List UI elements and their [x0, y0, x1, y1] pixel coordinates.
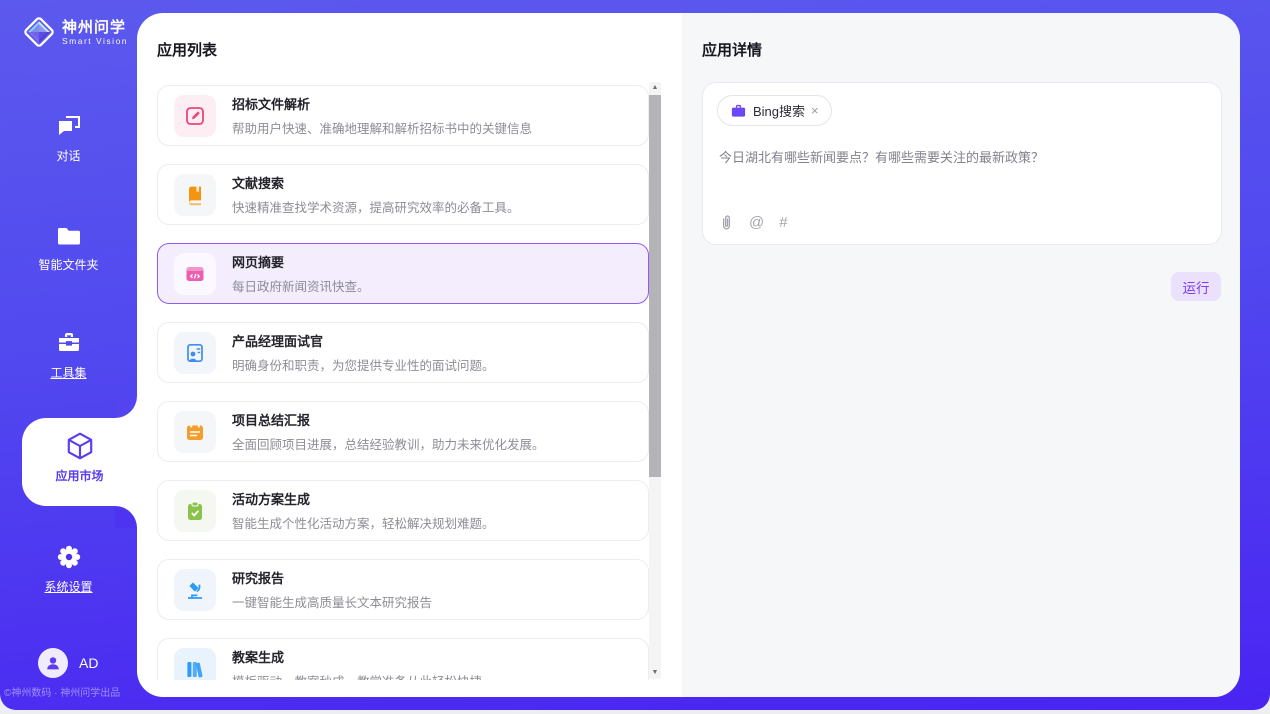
clipboard-check-icon: [174, 490, 216, 532]
app-card-title: 产品经理面试官: [232, 331, 495, 350]
app-card-description: 每日政府新闻资讯快查。: [232, 276, 370, 295]
app-card-title: 文献搜索: [232, 173, 520, 192]
app-card-description: 模板驱动，教案秒成，教学准备从此轻松快捷。: [232, 671, 495, 680]
at-icon[interactable]: @: [749, 214, 764, 231]
books-icon: [174, 648, 216, 681]
tool-tag-label: Bing搜索: [753, 101, 805, 120]
bubble-curve-top: [115, 396, 137, 418]
sidebar-item-chat[interactable]: 对话: [0, 112, 137, 164]
hash-icon[interactable]: #: [779, 214, 787, 231]
calendar-icon: [174, 411, 216, 453]
question-input[interactable]: 今日湖北有哪些新闻要点？有哪些需要关注的最新政策？: [719, 149, 1205, 167]
app-card[interactable]: 活动方案生成 智能生成个性化活动方案，轻松解决规划难题。: [157, 480, 649, 541]
folder-icon: [55, 223, 83, 249]
close-icon[interactable]: ×: [809, 103, 821, 118]
prompt-input-card: Bing搜索 × 今日湖北有哪些新闻要点？有哪些需要关注的最新政策？ @ #: [702, 82, 1222, 245]
app-card[interactable]: 文献搜索 快速精准查找学术资源，提高研究效率的必备工具。: [157, 164, 649, 225]
brand-name: 神州问学: [62, 19, 128, 36]
main-content: 应用列表 招标文件解析 帮助用户快速、准确地理解和解析招标书中的关键信息 文献搜…: [137, 13, 1240, 697]
app-list: 招标文件解析 帮助用户快速、准确地理解和解析招标书中的关键信息 文献搜索 快速精…: [157, 82, 649, 680]
user-account[interactable]: AD: [38, 648, 98, 678]
sidebar-item-label: 工具集: [0, 364, 137, 381]
scrollbar-thumb[interactable]: [649, 95, 661, 477]
sidebar-item-label: 应用市场: [22, 467, 137, 484]
app-card-title: 活动方案生成: [232, 489, 495, 508]
run-button[interactable]: 运行: [1171, 272, 1221, 301]
sidebar-item-toolset[interactable]: 工具集: [0, 329, 137, 381]
copyright-text: ©神州数码 · 神州问学出品: [4, 684, 137, 699]
app-card-title: 招标文件解析: [232, 94, 532, 113]
user-initials: AD: [79, 655, 98, 671]
attachment-toolbar: @ #: [719, 214, 788, 231]
book-icon: [174, 174, 216, 216]
briefcase-icon: [730, 102, 747, 119]
tool-tag-bing-search[interactable]: Bing搜索 ×: [717, 95, 832, 126]
scrollbar[interactable]: ▲ ▼: [649, 82, 661, 679]
app-detail-title: 应用详情: [702, 39, 762, 60]
app-card[interactable]: 网页摘要 每日政府新闻资讯快查。: [157, 243, 649, 304]
chat-icon: [55, 112, 83, 140]
sidebar-item-label: 对话: [0, 147, 137, 164]
app-card[interactable]: 招标文件解析 帮助用户快速、准确地理解和解析招标书中的关键信息: [157, 85, 649, 146]
app-card[interactable]: 研究报告 一键智能生成高质量长文本研究报告: [157, 559, 649, 620]
sidebar: 神州问学 Smart Vision 对话 智能文件夹 工具集: [0, 0, 137, 710]
app-card-description: 明确身份和职责，为您提供专业性的面试问题。: [232, 355, 495, 374]
diamond-logo-icon: [20, 13, 58, 51]
scroll-down-icon[interactable]: ▼: [649, 667, 661, 679]
app-card-title: 网页摘要: [232, 252, 370, 271]
browser-code-icon: [174, 253, 216, 295]
sidebar-item-label: 智能文件夹: [0, 256, 137, 273]
app-card[interactable]: 教案生成 模板驱动，教案秒成，教学准备从此轻松快捷。: [157, 638, 649, 680]
app-card[interactable]: 项目总结汇报 全面回顾项目进展，总结经验教训，助力未来优化发展。: [157, 401, 649, 462]
pen-square-icon: [174, 95, 216, 137]
person-icon: [44, 654, 62, 672]
app-card-description: 快速精准查找学术资源，提高研究效率的必备工具。: [232, 197, 520, 216]
sidebar-item-settings[interactable]: 系统设置: [0, 543, 137, 595]
brand-logo: 神州问学 Smart Vision: [20, 13, 128, 51]
app-card-title: 项目总结汇报: [232, 410, 545, 429]
sidebar-item-app-market[interactable]: 应用市场: [22, 418, 137, 506]
app-card-title: 教案生成: [232, 647, 495, 666]
microscope-icon: [174, 569, 216, 611]
app-window: 神州问学 Smart Vision 对话 智能文件夹 工具集: [0, 0, 1270, 710]
app-card-description: 全面回顾项目进展，总结经验教训，助力未来优化发展。: [232, 434, 545, 453]
app-card-description: 帮助用户快速、准确地理解和解析招标书中的关键信息: [232, 118, 532, 137]
app-card-title: 研究报告: [232, 568, 432, 587]
app-list-title: 应用列表: [157, 39, 217, 60]
app-card[interactable]: 产品经理面试官 明确身份和职责，为您提供专业性的面试问题。: [157, 322, 649, 383]
sidebar-item-smart-folders[interactable]: 智能文件夹: [0, 223, 137, 273]
gear-icon: [55, 543, 83, 571]
app-card-description: 一键智能生成高质量长文本研究报告: [232, 592, 432, 611]
avatar: [38, 648, 68, 678]
bubble-curve-bottom: [115, 506, 137, 528]
app-detail-panel: 应用详情 Bing搜索 × 今日湖北有哪些新闻要点？有哪些需要关注的最新政策？: [682, 13, 1240, 697]
cube-icon: [64, 430, 96, 462]
toolbox-icon: [55, 329, 83, 357]
app-card-description: 智能生成个性化活动方案，轻松解决规划难题。: [232, 513, 495, 532]
person-doc-icon: [174, 332, 216, 374]
brand-subtitle: Smart Vision: [62, 36, 128, 46]
sidebar-item-label: 系统设置: [0, 578, 137, 595]
scroll-up-icon[interactable]: ▲: [649, 82, 661, 94]
paperclip-icon[interactable]: [719, 214, 734, 231]
